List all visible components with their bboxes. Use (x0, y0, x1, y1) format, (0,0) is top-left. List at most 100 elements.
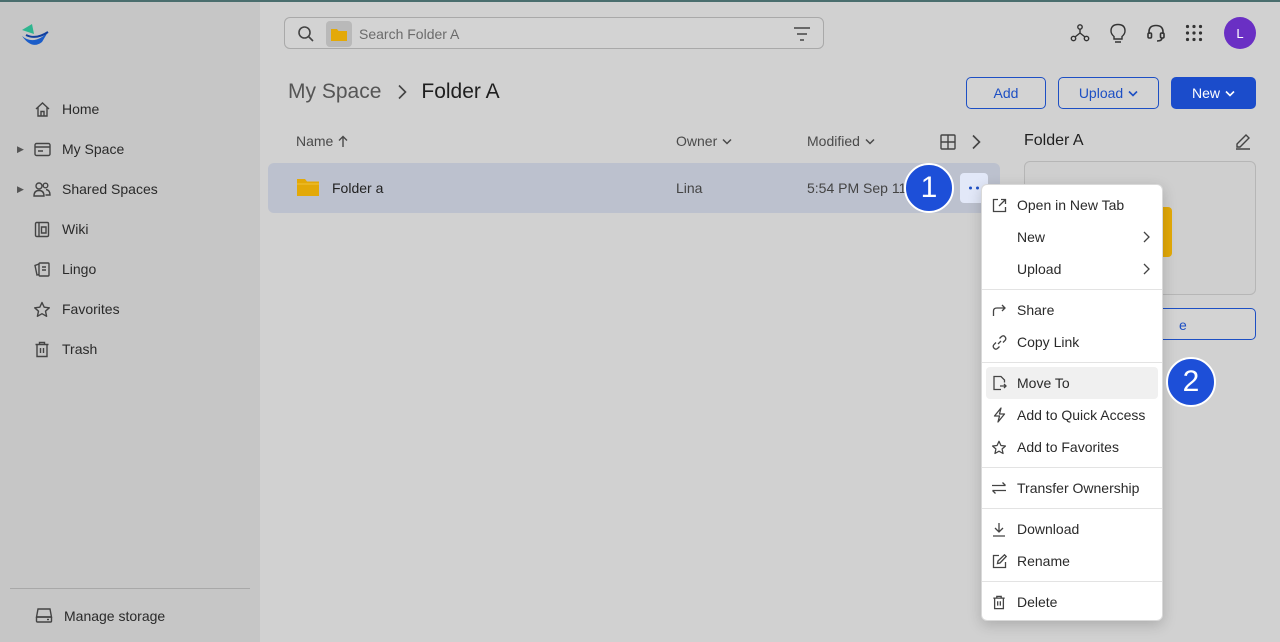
grid-view-icon[interactable] (937, 131, 959, 153)
menu-item-transfer-ownership[interactable]: Transfer Ownership (982, 472, 1162, 504)
menu-item-move-to[interactable]: Move To (986, 367, 1158, 399)
add-button[interactable]: Add (966, 77, 1046, 109)
column-header-modified[interactable]: Modified (807, 133, 875, 149)
sidebar-item-favorites[interactable]: Favorites (0, 293, 260, 325)
star-icon (33, 300, 51, 318)
chevron-right-icon[interactable] (965, 131, 987, 153)
file-name[interactable]: Folder a (332, 180, 383, 196)
trash-icon (991, 594, 1007, 610)
transfer-icon (991, 480, 1007, 496)
menu-item-rename[interactable]: Rename (982, 545, 1162, 577)
menu-item-open-in-new-tab[interactable]: Open in New Tab (982, 189, 1162, 221)
column-header-label: Modified (807, 133, 860, 149)
file-owner: Lina (676, 180, 703, 196)
upload-button-label: Upload (1078, 85, 1124, 101)
menu-item-delete[interactable]: Delete (982, 586, 1162, 618)
avatar[interactable]: L (1224, 17, 1256, 49)
sidebar-item-label: Home (62, 101, 100, 117)
sidebar-item-label: Trash (62, 341, 98, 357)
chevron-right-icon (397, 84, 408, 100)
table-row[interactable]: Folder a Lina 5:54 PM Sep 11 (268, 163, 1000, 213)
add-button-label: Add (993, 85, 1019, 101)
sort-arrow-up-icon (338, 135, 348, 148)
expand-caret-icon[interactable]: ▶ (17, 144, 24, 155)
menu-item-label: Share (1017, 302, 1055, 318)
menu-item-copy-link[interactable]: Copy Link (982, 326, 1162, 358)
search-icon[interactable] (297, 25, 315, 48)
expand-caret-icon[interactable]: ▶ (17, 184, 24, 195)
breadcrumb: My Space Folder A (288, 80, 500, 104)
column-header-name[interactable]: Name (296, 133, 348, 149)
share-icon (991, 302, 1007, 318)
column-header-owner[interactable]: Owner (676, 133, 732, 149)
open-external-icon (991, 197, 1007, 213)
sidebar-item-home[interactable]: Home (0, 93, 260, 125)
star-icon (991, 439, 1007, 455)
sidebar-item-wiki[interactable]: Wiki (0, 213, 260, 245)
menu-item-upload[interactable]: Upload (982, 253, 1162, 285)
menu-item-label: Move To (1017, 375, 1070, 391)
sidebar-item-label: Lingo (62, 261, 97, 277)
manage-storage-button[interactable]: Manage storage (0, 600, 260, 632)
menu-item-add-to-favorites[interactable]: Add to Favorites (982, 431, 1162, 463)
rename-icon (991, 553, 1007, 569)
search-input[interactable] (359, 23, 779, 45)
sidebar: Home ▶ My Space ▶ Shared Spaces Wiki Lin… (0, 2, 260, 642)
new-button[interactable]: New (1171, 77, 1256, 109)
wiki-icon (33, 220, 51, 238)
sidebar-item-lingo[interactable]: Lingo (0, 253, 260, 285)
chevron-down-icon (865, 138, 875, 145)
menu-item-label: Upload (1017, 261, 1062, 277)
menu-item-label: Open in New Tab (1017, 197, 1125, 213)
column-header-label: Name (296, 133, 334, 149)
menu-divider (982, 362, 1162, 363)
menu-item-new[interactable]: New (982, 221, 1162, 253)
app-logo[interactable] (20, 22, 50, 48)
chevron-down-icon (1128, 90, 1138, 97)
sidebar-item-trash[interactable]: Trash (0, 333, 260, 365)
menu-item-label: Delete (1017, 594, 1058, 610)
lingo-icon (33, 260, 51, 278)
menu-item-share[interactable]: Share (982, 294, 1162, 326)
step-marker-1: 1 (904, 163, 954, 213)
sidebar-item-shared-spaces[interactable]: ▶ Shared Spaces (0, 173, 260, 205)
step-marker-2: 2 (1166, 357, 1216, 407)
menu-divider (982, 467, 1162, 468)
chevron-down-icon (1225, 90, 1235, 97)
filter-icon[interactable] (793, 26, 811, 47)
menu-item-download[interactable]: Download (982, 513, 1162, 545)
search-bar[interactable] (284, 17, 824, 49)
menu-item-label: New (1017, 229, 1046, 245)
menu-divider (982, 289, 1162, 290)
menu-item-label: Add to Quick Access (1017, 407, 1146, 423)
menu-item-label: Download (1017, 521, 1080, 537)
link-icon (991, 334, 1007, 350)
sidebar-item-label: Wiki (62, 221, 89, 237)
new-button-label: New (1191, 85, 1220, 101)
menu-item-add-to-quick-access[interactable]: Add to Quick Access (982, 399, 1162, 431)
menu-divider (982, 581, 1162, 582)
headset-icon[interactable] (1145, 22, 1167, 44)
apps-grid-icon[interactable] (1183, 22, 1205, 44)
sidebar-item-my-space[interactable]: ▶ My Space (0, 133, 260, 165)
people-icon (33, 180, 51, 198)
breadcrumb-parent-link[interactable]: My Space (288, 80, 381, 104)
network-icon[interactable] (1069, 22, 1091, 44)
sidebar-item-label: My Space (62, 141, 125, 157)
menu-item-label: Rename (1017, 553, 1070, 569)
upload-button[interactable]: Upload (1058, 77, 1159, 109)
sidebar-item-label: Favorites (62, 301, 120, 317)
trash-icon (33, 340, 51, 358)
lightbulb-icon[interactable] (1107, 22, 1129, 44)
edit-icon[interactable] (1234, 132, 1252, 155)
file-modified: 5:54 PM Sep 11 (807, 180, 907, 196)
chevron-right-icon (1143, 231, 1150, 243)
menu-item-label: Transfer Ownership (1017, 480, 1140, 496)
context-menu: Open in New Tab New Upload Share Copy Li… (981, 184, 1163, 621)
search-scope-folder-icon[interactable] (326, 21, 352, 47)
menu-item-label: Copy Link (1017, 334, 1080, 350)
home-icon (33, 100, 51, 118)
download-icon (991, 521, 1007, 537)
details-action-label: e (1179, 317, 1187, 333)
lightning-icon (991, 407, 1007, 423)
